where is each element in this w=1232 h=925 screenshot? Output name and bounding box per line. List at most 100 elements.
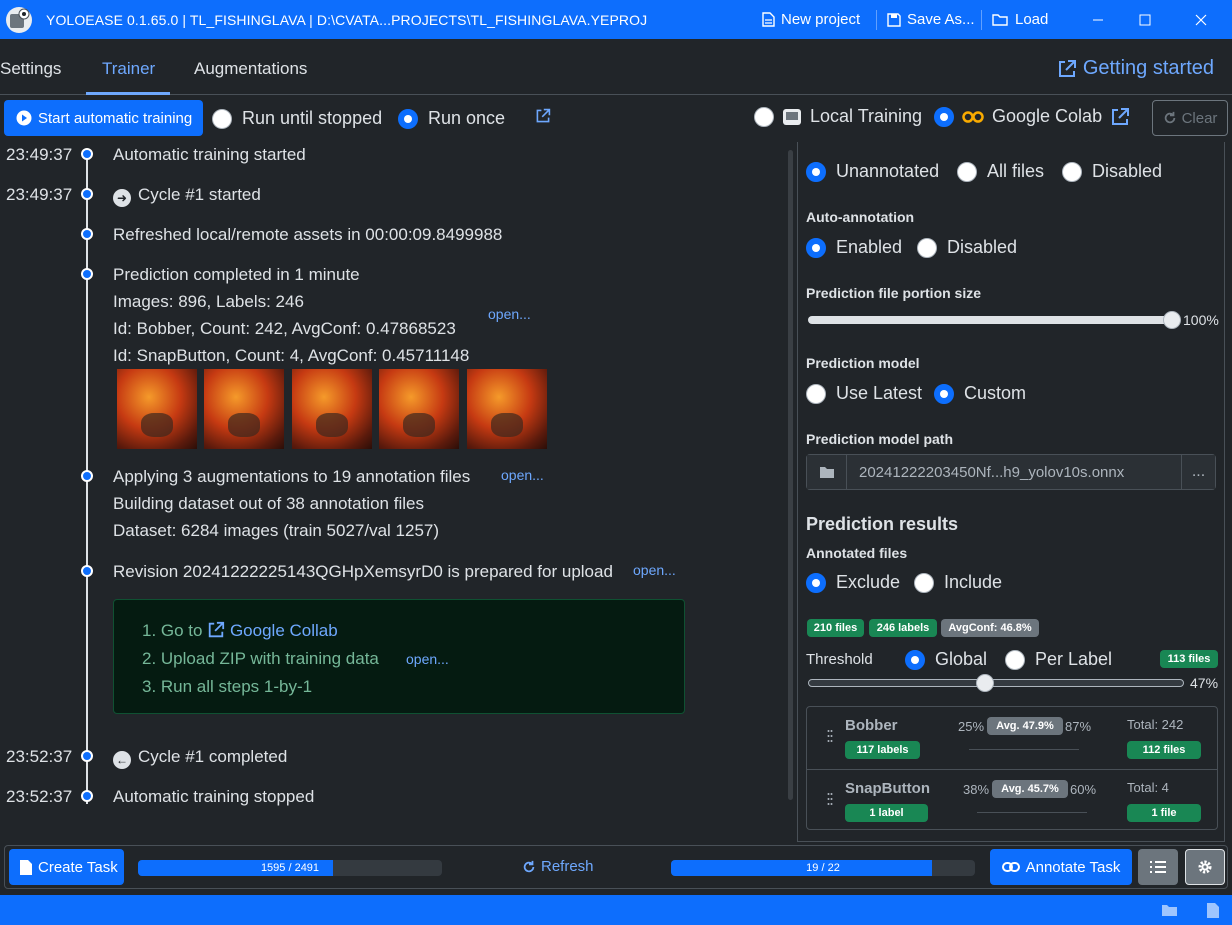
external-link-icon bbox=[1058, 59, 1076, 77]
google-colab-option[interactable]: Google Colab bbox=[934, 106, 1130, 127]
run-until-stopped-label: Run until stopped bbox=[242, 108, 383, 128]
log-message: Dataset: 6284 images (train 5027/val 125… bbox=[113, 521, 440, 540]
log-time: 23:49:37 bbox=[6, 185, 73, 204]
local-training-option[interactable]: Local Training bbox=[754, 106, 922, 127]
radio[interactable] bbox=[934, 383, 954, 404]
file-icon bbox=[20, 859, 32, 875]
radio[interactable] bbox=[917, 237, 937, 258]
label-stat-row[interactable]: SnapButton 1 label 38% Avg. 45.7% 60% To… bbox=[807, 769, 1217, 831]
settings-button[interactable] bbox=[1185, 849, 1225, 885]
strategy-all-files-option[interactable]: All files bbox=[957, 161, 1044, 182]
portion-slider-track[interactable] bbox=[808, 316, 1172, 324]
drag-handle-icon[interactable] bbox=[827, 792, 833, 806]
option-label: Unannotated bbox=[836, 161, 940, 181]
model-path-more-button[interactable]: ... bbox=[1181, 455, 1215, 489]
radio[interactable] bbox=[806, 161, 826, 182]
step1-prefix: 1. Go to bbox=[142, 621, 203, 640]
google-collab-link[interactable]: Google Collab bbox=[230, 621, 338, 640]
title-separator bbox=[876, 10, 877, 30]
tab-settings[interactable]: Settings bbox=[0, 59, 61, 79]
radio[interactable] bbox=[914, 572, 934, 593]
refresh-button[interactable]: Refresh bbox=[522, 858, 594, 875]
model-use-latest-option[interactable]: Use Latest bbox=[806, 383, 922, 404]
new-project-button[interactable]: New project bbox=[762, 0, 860, 39]
tab-trainer[interactable]: Trainer bbox=[102, 59, 155, 79]
strategy-disabled-option[interactable]: Disabled bbox=[1062, 161, 1162, 182]
maximize-icon[interactable] bbox=[1122, 0, 1168, 39]
model-custom-option[interactable]: Custom bbox=[934, 383, 1026, 404]
portion-value: 100% bbox=[1183, 312, 1219, 328]
log-time: 23:52:37 bbox=[6, 787, 73, 806]
open-revision-link[interactable]: open... bbox=[633, 562, 676, 578]
prediction-thumbnail[interactable] bbox=[467, 369, 547, 449]
radio[interactable] bbox=[806, 572, 826, 593]
start-training-button[interactable]: Start automatic training bbox=[4, 100, 203, 136]
run-until-stopped-radio[interactable] bbox=[212, 108, 232, 129]
radio[interactable] bbox=[905, 649, 925, 670]
browse-folder-button[interactable] bbox=[807, 455, 847, 489]
file-status-icon[interactable] bbox=[1207, 903, 1219, 918]
annotation-progress-text: 19 / 22 bbox=[806, 862, 840, 874]
model-path-input[interactable]: 20241222203450Nf...h9_yolov10s.onnx bbox=[847, 455, 1181, 489]
arrow-left-circle-icon: ← bbox=[113, 751, 131, 769]
auto-annotation-enabled-option[interactable]: Enabled bbox=[806, 237, 902, 258]
training-log: 23:49:37 Automatic training started 23:4… bbox=[0, 142, 790, 842]
tab-augmentations[interactable]: Augmentations bbox=[194, 59, 307, 79]
run-once-radio[interactable] bbox=[398, 108, 418, 129]
run-once-option[interactable]: Run once bbox=[398, 108, 505, 129]
strategy-unannotated-option[interactable]: Unannotated bbox=[806, 161, 939, 182]
radio[interactable] bbox=[806, 383, 826, 404]
task-progress-bar: 1595 / 2491 bbox=[138, 860, 442, 876]
portion-slider-thumb[interactable] bbox=[1163, 311, 1181, 329]
getting-started-link[interactable]: Getting started bbox=[1057, 57, 1214, 80]
google-colab-radio[interactable] bbox=[934, 106, 954, 127]
load-button[interactable]: Load bbox=[992, 0, 1048, 39]
colab-external-link-icon[interactable] bbox=[1110, 107, 1130, 127]
local-training-radio[interactable] bbox=[754, 106, 774, 127]
prediction-thumbnail[interactable] bbox=[379, 369, 459, 449]
label-max-conf: 87% bbox=[1065, 719, 1092, 734]
log-message: Id: SnapButton, Count: 4, AvgConf: 0.457… bbox=[113, 346, 470, 365]
prediction-thumbnail[interactable] bbox=[292, 369, 372, 449]
threshold-per-label-option[interactable]: Per Label bbox=[1005, 649, 1112, 670]
threshold-slider-thumb[interactable] bbox=[975, 674, 994, 692]
minimize-icon[interactable] bbox=[1075, 0, 1121, 39]
gear-icon bbox=[1198, 860, 1212, 874]
timeline-dot bbox=[81, 750, 93, 762]
annotated-exclude-option[interactable]: Exclude bbox=[806, 572, 900, 593]
create-task-label: Create Task bbox=[38, 858, 118, 876]
option-label: Global bbox=[935, 649, 988, 669]
radio[interactable] bbox=[1062, 161, 1082, 182]
clear-label: Clear bbox=[1181, 109, 1218, 127]
prediction-thumbnail[interactable] bbox=[204, 369, 284, 449]
label-stat-row[interactable]: Bobber 117 labels 25% Avg. 47.9% 87% Tot… bbox=[807, 707, 1217, 769]
threshold-global-option[interactable]: Global bbox=[905, 649, 987, 670]
colab-step-1: 1. Go to Google Collab bbox=[142, 621, 338, 641]
radio[interactable] bbox=[957, 161, 977, 182]
drag-handle-icon[interactable] bbox=[827, 729, 833, 743]
arrow-right-circle-icon: ➜ bbox=[113, 189, 131, 207]
log-scrollbar[interactable] bbox=[788, 150, 793, 800]
run-until-stopped-option[interactable]: Run until stopped bbox=[212, 108, 382, 129]
list-view-button[interactable] bbox=[1138, 849, 1178, 885]
label-min-conf: 38% bbox=[963, 782, 990, 797]
open-augmentations-link[interactable]: open... bbox=[501, 467, 544, 483]
folder-status-icon[interactable] bbox=[1161, 904, 1178, 917]
clear-button[interactable]: Clear bbox=[1152, 100, 1228, 136]
open-zip-link[interactable]: open... bbox=[406, 651, 449, 667]
log-message: Building dataset out of 38 annotation fi… bbox=[113, 494, 424, 513]
radio[interactable] bbox=[806, 237, 826, 258]
annotate-task-button[interactable]: Annotate Task bbox=[990, 849, 1132, 885]
external-link-icon bbox=[209, 621, 225, 638]
radio[interactable] bbox=[1005, 649, 1025, 670]
open-prediction-link[interactable]: open... bbox=[488, 306, 531, 322]
run-external-link-icon[interactable] bbox=[535, 108, 551, 129]
log-message: Revision 20241222225143QGHpXemsyrD0 is p… bbox=[113, 562, 613, 581]
close-icon[interactable] bbox=[1178, 0, 1224, 39]
prediction-thumbnail[interactable] bbox=[117, 369, 197, 449]
save-as-button[interactable]: Save As... bbox=[887, 0, 975, 39]
threshold-slider-track[interactable] bbox=[808, 679, 1184, 687]
create-task-button[interactable]: Create Task bbox=[9, 849, 124, 885]
auto-annotation-disabled-option[interactable]: Disabled bbox=[917, 237, 1017, 258]
annotated-include-option[interactable]: Include bbox=[914, 572, 1002, 593]
